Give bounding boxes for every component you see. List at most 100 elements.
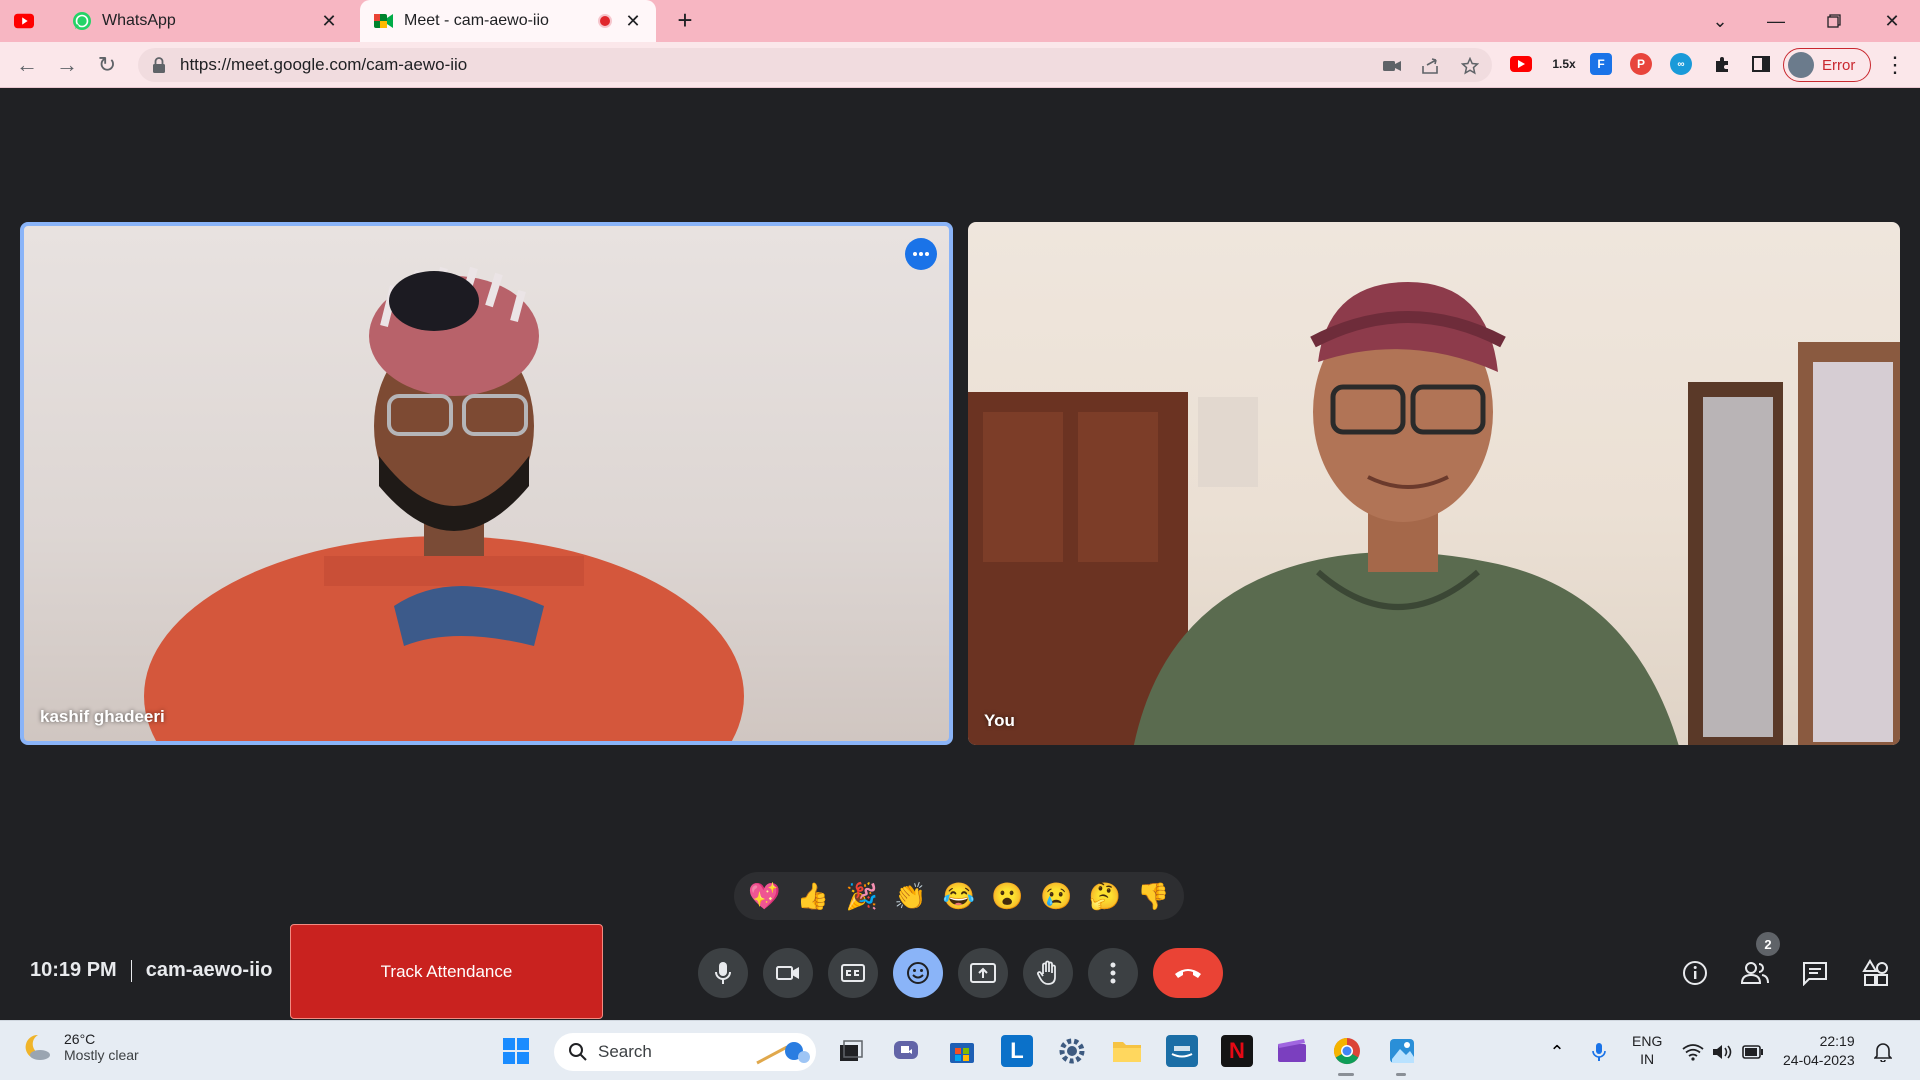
present-screen-button[interactable] xyxy=(958,948,1008,998)
meeting-details: 10:19 PM cam-aewo-iio xyxy=(30,959,272,982)
chrome-icon[interactable] xyxy=(1331,1035,1363,1067)
prime-video-icon[interactable] xyxy=(1166,1035,1198,1067)
taskbar-search[interactable]: Search xyxy=(554,1033,816,1071)
tile-options-button[interactable] xyxy=(905,238,937,270)
windows-logo-icon xyxy=(503,1038,529,1064)
reaction-crying[interactable]: 😢 xyxy=(1038,878,1074,914)
weather-widget[interactable]: 26°C Mostly clear xyxy=(20,1031,139,1063)
meet-stage: kashif ghadeeri You 💖 👍 🎉 👏 😂 😮 😢 🤔 👎 10… xyxy=(0,89,1920,1020)
f-extension-icon[interactable]: F xyxy=(1590,53,1612,75)
avatar xyxy=(1788,52,1814,78)
wifi-icon[interactable] xyxy=(1682,1041,1704,1063)
closed-captions-icon xyxy=(841,964,865,982)
reaction-bar: 💖 👍 🎉 👏 😂 😮 😢 🤔 👎 xyxy=(734,872,1184,920)
people-icon xyxy=(1740,962,1769,984)
chevron-up-icon[interactable]: ⌃ xyxy=(1546,1041,1568,1063)
camera-in-use-icon[interactable] xyxy=(1382,56,1402,76)
emoji-icon xyxy=(907,962,929,984)
reaction-surprised[interactable]: 😮 xyxy=(990,878,1026,914)
url-text: https://meet.google.com/cam-aewo-iio xyxy=(180,55,468,74)
close-window-button[interactable]: ✕ xyxy=(1864,0,1920,42)
microsoft-store-icon[interactable] xyxy=(946,1035,978,1067)
reactions-button[interactable] xyxy=(893,948,943,998)
menu-kebab-icon[interactable]: ⋮ xyxy=(1880,50,1910,80)
share-icon[interactable] xyxy=(1420,56,1440,76)
task-view-icon[interactable] xyxy=(835,1035,867,1067)
address-bar[interactable]: https://meet.google.com/cam-aewo-iio xyxy=(138,48,1492,82)
chat-icon xyxy=(1803,962,1827,986)
tab-whatsapp[interactable]: WhatsApp ✕ xyxy=(72,0,352,42)
teams-chat-icon[interactable] xyxy=(890,1035,922,1067)
moon-cloud-icon xyxy=(25,1034,50,1060)
chrome-active-indicator xyxy=(1338,1073,1354,1076)
reload-icon[interactable]: ↻ xyxy=(92,50,122,80)
puzzle-extensions-icon[interactable] xyxy=(1711,53,1733,75)
search-icon xyxy=(569,1043,587,1061)
close-tab-icon[interactable]: ✕ xyxy=(622,10,644,32)
speed-extension-icon[interactable]: 1.5x xyxy=(1548,53,1580,75)
system-clock[interactable]: 22:19 24-04-2023 xyxy=(1783,1032,1855,1070)
settings-gear-icon[interactable] xyxy=(1056,1035,1088,1067)
profile-button[interactable]: Error xyxy=(1783,48,1871,82)
bookmark-star-icon[interactable] xyxy=(1460,56,1480,76)
browser-toolbar: ← → ↻ https://meet.google.com/cam-aewo-i… xyxy=(0,42,1920,88)
reaction-party-popper[interactable]: 🎉 xyxy=(844,878,880,914)
windows-taskbar: 26°C Mostly clear Search L N ⌃ ENG IN 22… xyxy=(0,1020,1920,1080)
info-icon xyxy=(1683,961,1707,985)
camera-button[interactable] xyxy=(763,948,813,998)
new-tab-button[interactable]: + xyxy=(672,7,698,34)
translate-extension-icon[interactable]: ∞ xyxy=(1670,53,1692,75)
clipchamp-icon[interactable] xyxy=(1276,1035,1308,1067)
forward-icon[interactable]: → xyxy=(52,50,82,80)
back-icon[interactable]: ← xyxy=(12,50,42,80)
reaction-clapping[interactable]: 👏 xyxy=(892,878,928,914)
tab-meet[interactable]: Meet - cam-aewo-iio ✕ xyxy=(360,0,656,42)
chat-button[interactable] xyxy=(1798,956,1832,990)
clock-time: 22:19 xyxy=(1819,1033,1855,1049)
lang-primary: ENG xyxy=(1632,1033,1663,1049)
reaction-sparkling-heart[interactable]: 💖 xyxy=(746,878,782,914)
videocam-icon xyxy=(776,966,799,980)
meeting-code: cam-aewo-iio xyxy=(145,959,273,981)
close-tab-icon[interactable]: ✕ xyxy=(318,10,340,32)
profile-status: Error xyxy=(1822,56,1856,74)
side-panel-icon[interactable] xyxy=(1750,53,1772,75)
track-attendance-button[interactable]: Track Attendance xyxy=(290,924,603,1019)
tab-search-icon[interactable]: ⌄ xyxy=(1692,0,1748,42)
captions-button[interactable] xyxy=(828,948,878,998)
participant-name: You xyxy=(984,711,1015,730)
reaction-thumbs-up[interactable]: 👍 xyxy=(795,878,831,914)
reaction-thinking[interactable]: 🤔 xyxy=(1087,878,1123,914)
volume-icon[interactable] xyxy=(1712,1041,1734,1063)
search-highlight-icon xyxy=(756,1042,810,1065)
language-indicator[interactable]: ENG IN xyxy=(1632,1032,1662,1068)
raise-hand-button[interactable] xyxy=(1023,948,1073,998)
photos-icon[interactable] xyxy=(1386,1035,1418,1067)
reaction-thumbs-down[interactable]: 👎 xyxy=(1136,878,1172,914)
more-options-button[interactable] xyxy=(1088,948,1138,998)
restore-button[interactable] xyxy=(1806,0,1862,42)
participant-count-badge: 2 xyxy=(1756,932,1780,956)
battery-icon[interactable] xyxy=(1742,1041,1764,1063)
pinterest-extension-icon[interactable]: P xyxy=(1630,53,1652,75)
leave-call-button[interactable] xyxy=(1153,948,1223,998)
start-button[interactable] xyxy=(500,1035,532,1067)
meeting-info-button[interactable] xyxy=(1678,956,1712,990)
activities-button[interactable] xyxy=(1858,956,1892,990)
more-vert-icon xyxy=(1110,962,1116,984)
tray-microphone-icon[interactable] xyxy=(1588,1041,1610,1063)
l-app-icon[interactable]: L xyxy=(1001,1035,1033,1067)
youtube-extension-icon[interactable] xyxy=(1510,56,1532,72)
reaction-joy[interactable]: 😂 xyxy=(941,878,977,914)
call-end-icon xyxy=(1175,969,1201,978)
tab-youtube[interactable] xyxy=(14,0,40,42)
file-explorer-icon[interactable] xyxy=(1111,1035,1143,1067)
video-tile-self[interactable]: You xyxy=(968,222,1900,745)
minimize-button[interactable]: — xyxy=(1748,0,1804,42)
netflix-icon[interactable]: N xyxy=(1221,1035,1253,1067)
people-button[interactable] xyxy=(1738,956,1772,990)
microphone-icon xyxy=(715,962,731,984)
notification-bell-icon[interactable] xyxy=(1872,1041,1894,1063)
video-tile-participant[interactable]: kashif ghadeeri xyxy=(20,222,953,745)
microphone-button[interactable] xyxy=(698,948,748,998)
